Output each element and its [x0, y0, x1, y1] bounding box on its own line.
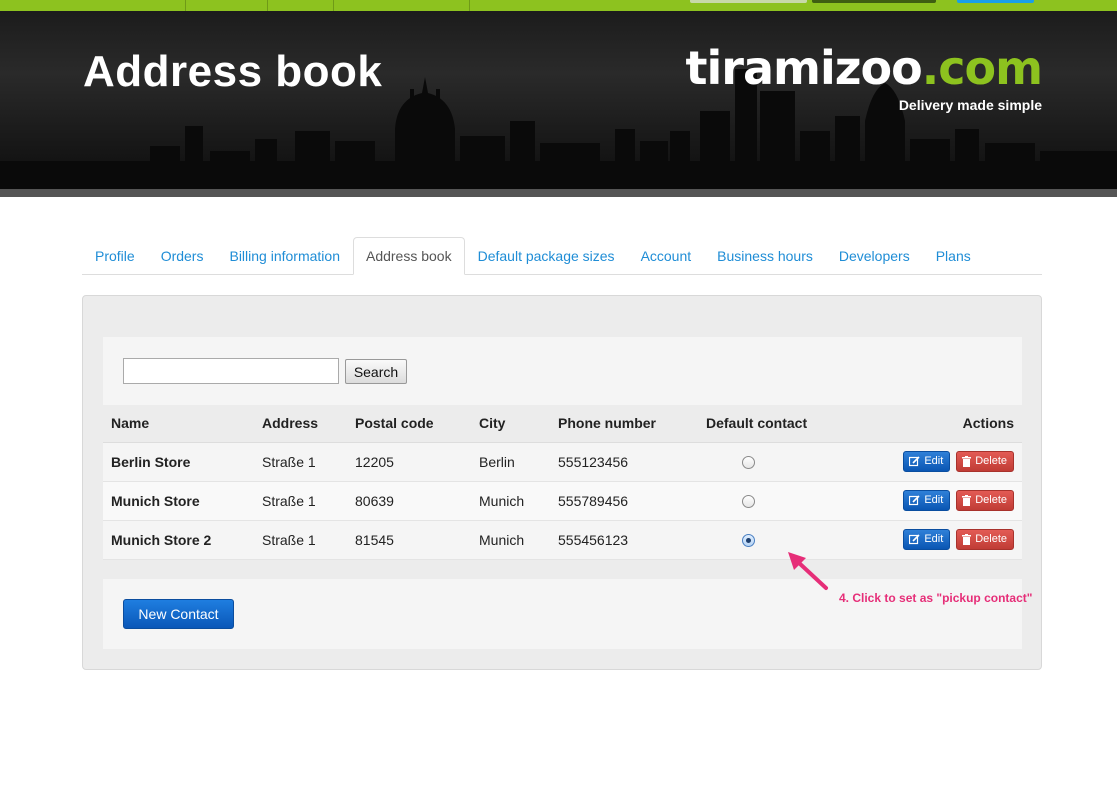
- delete-button-label: Delete: [975, 533, 1007, 545]
- brand-tagline: Delivery made simple: [898, 97, 1042, 113]
- row-actions: Edit Delete: [838, 520, 1022, 560]
- trash-icon: [962, 494, 972, 506]
- top-nav-control[interactable]: [957, 0, 1034, 3]
- brand-logo-name: tiramizoo: [685, 41, 923, 95]
- table-header-row: Name Address Postal code City Phone numb…: [103, 405, 1022, 443]
- contact-postal-code: 12205: [347, 442, 471, 482]
- contact-name: Munich Store 2: [103, 520, 254, 560]
- column-header-default-contact: Default contact: [698, 405, 838, 443]
- column-header-postal-code: Postal code: [347, 405, 471, 443]
- column-header-address: Address: [254, 405, 347, 443]
- default-contact-radio-selected[interactable]: [742, 534, 755, 548]
- page-header: Address book tiramizoo.com Delivery made…: [0, 11, 1117, 189]
- table-row: Berlin Store Straße 1 12205 Berlin 55512…: [103, 442, 1022, 482]
- row-actions: Edit Delete: [838, 442, 1022, 482]
- edit-icon: [909, 495, 920, 505]
- default-contact-radio[interactable]: [742, 495, 755, 509]
- nav-separator: [185, 0, 186, 11]
- edit-icon: [909, 456, 920, 466]
- annotation-arrow-icon: [788, 552, 828, 590]
- column-header-name: Name: [103, 405, 254, 443]
- top-nav-control[interactable]: [812, 0, 936, 3]
- brand-logo-domain: .com: [921, 41, 1043, 95]
- edit-button[interactable]: Edit: [903, 490, 951, 511]
- tab-orders[interactable]: Orders: [148, 237, 217, 275]
- edit-button[interactable]: Edit: [903, 451, 951, 472]
- contact-city: Munich: [471, 481, 550, 521]
- nav-separator: [267, 0, 268, 11]
- contact-name: Munich Store: [103, 481, 254, 521]
- top-nav-control[interactable]: [690, 0, 807, 3]
- tab-profile[interactable]: Profile: [82, 237, 148, 275]
- search-input[interactable]: [123, 358, 339, 384]
- tab-account[interactable]: Account: [628, 237, 705, 275]
- page-title: Address book: [83, 47, 383, 96]
- table-row: Munich Store Straße 1 80639 Munich 55578…: [103, 481, 1022, 521]
- tab-default-package-sizes[interactable]: Default package sizes: [465, 237, 628, 275]
- new-contact-button[interactable]: New Contact: [123, 599, 234, 629]
- address-book-panel: Search Name Address Postal code City Pho…: [82, 295, 1042, 670]
- edit-icon: [909, 534, 920, 544]
- tab-plans[interactable]: Plans: [923, 237, 984, 275]
- contact-address: Straße 1: [254, 520, 347, 560]
- contact-address: Straße 1: [254, 442, 347, 482]
- contacts-table: Name Address Postal code City Phone numb…: [103, 405, 1022, 560]
- search-bar: Search: [103, 337, 1022, 405]
- tab-address-book[interactable]: Address book: [352, 237, 465, 275]
- header-divider: [0, 189, 1117, 197]
- edit-button-label: Edit: [924, 533, 944, 545]
- contact-postal-code: 80639: [347, 481, 471, 521]
- contact-name: Berlin Store: [103, 442, 254, 482]
- contact-address: Straße 1: [254, 481, 347, 521]
- panel-footer: New Contact: [103, 579, 1022, 649]
- edit-button-label: Edit: [924, 455, 944, 467]
- trash-icon: [962, 455, 972, 467]
- edit-button-label: Edit: [924, 494, 944, 506]
- nav-separator: [469, 0, 470, 11]
- default-contact-cell: [698, 481, 838, 521]
- search-button[interactable]: Search: [345, 359, 407, 384]
- contact-phone: 555789456: [550, 481, 698, 521]
- column-header-city: City: [471, 405, 550, 443]
- brand-logo[interactable]: tiramizoo.com: [685, 41, 1043, 95]
- contact-phone: 555123456: [550, 442, 698, 482]
- top-nav-bar: [0, 0, 1117, 11]
- default-contact-cell: [698, 442, 838, 482]
- delete-button-label: Delete: [975, 455, 1007, 467]
- settings-tabs: Profile Orders Billing information Addre…: [82, 237, 1042, 275]
- edit-button[interactable]: Edit: [903, 529, 951, 550]
- column-header-actions: Actions: [838, 405, 1022, 443]
- tab-billing-information[interactable]: Billing information: [216, 237, 353, 275]
- tab-developers[interactable]: Developers: [826, 237, 923, 275]
- contact-city: Berlin: [471, 442, 550, 482]
- delete-button[interactable]: Delete: [956, 490, 1014, 511]
- nav-separator: [333, 0, 334, 11]
- delete-button[interactable]: Delete: [956, 529, 1014, 550]
- contact-phone: 555456123: [550, 520, 698, 560]
- tab-business-hours[interactable]: Business hours: [704, 237, 826, 275]
- contact-city: Munich: [471, 520, 550, 560]
- trash-icon: [962, 533, 972, 545]
- table-row: Munich Store 2 Straße 1 81545 Munich 555…: [103, 520, 1022, 560]
- delete-button[interactable]: Delete: [956, 451, 1014, 472]
- tutorial-annotation: 4. Click to set as "pickup contact": [839, 591, 1033, 605]
- row-actions: Edit Delete: [838, 481, 1022, 521]
- contact-postal-code: 81545: [347, 520, 471, 560]
- default-contact-radio[interactable]: [742, 456, 755, 470]
- column-header-phone: Phone number: [550, 405, 698, 443]
- delete-button-label: Delete: [975, 494, 1007, 506]
